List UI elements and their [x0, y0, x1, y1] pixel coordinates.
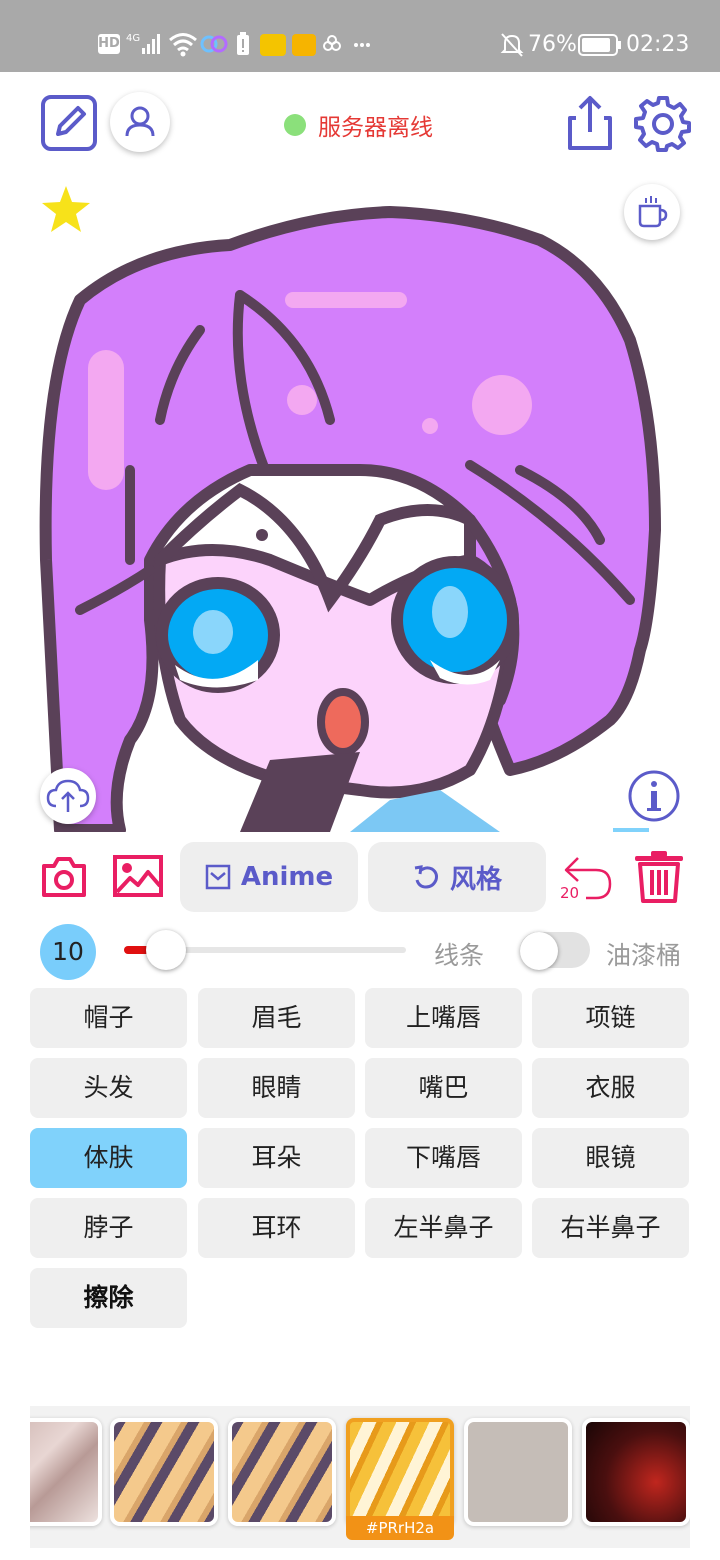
brush-size-thumb[interactable] [146, 930, 187, 970]
part-button[interactable]: 脖子 [30, 1198, 187, 1258]
mute-icon [500, 33, 524, 57]
result-thumbnail[interactable] [464, 1418, 572, 1526]
anime-model-icon [205, 864, 231, 890]
settings-button[interactable] [634, 94, 692, 152]
server-status: 服务器离线 [284, 110, 433, 141]
part-button[interactable]: 眉毛 [198, 988, 355, 1048]
upload-button[interactable] [40, 768, 96, 824]
share-button[interactable] [564, 94, 616, 152]
undo-button[interactable]: 20 [556, 848, 616, 904]
edit-icon [41, 95, 97, 151]
status-bar: HD 4G 76% 02:23 [0, 0, 720, 72]
part-button[interactable]: 头发 [30, 1058, 187, 1118]
style-button[interactable]: 风格 [368, 842, 546, 912]
style-button-label: 风格 [449, 864, 502, 895]
result-thumbnail-selected[interactable] [346, 1418, 454, 1526]
info-icon [628, 770, 680, 822]
part-button[interactable]: 左半鼻子 [365, 1198, 522, 1258]
canvas-drawing [39, 206, 661, 832]
result-thumbnail[interactable] [582, 1418, 690, 1526]
model-button-label: Anime [240, 862, 334, 892]
donate-button[interactable] [624, 184, 680, 240]
line-mode-label: 线条 [434, 941, 485, 970]
part-button[interactable]: 帽子 [30, 988, 187, 1048]
battery-icon [578, 34, 621, 56]
image-icon [113, 855, 163, 897]
4g-signal-icon: 4G [126, 33, 160, 54]
part-button[interactable]: 擦除 [30, 1268, 187, 1328]
cloud-upload-icon [46, 779, 90, 812]
hd-icon: HD [98, 34, 120, 54]
result-thumbnail[interactable] [228, 1418, 336, 1526]
part-button[interactable]: 右半鼻子 [532, 1198, 689, 1258]
star-icon [42, 186, 90, 232]
mail-icon [292, 34, 316, 56]
part-button[interactable]: 上嘴唇 [365, 988, 522, 1048]
delete-button[interactable] [632, 850, 686, 904]
favorite-button[interactable] [40, 184, 92, 234]
coffee-cup-icon [638, 196, 668, 228]
result-thumbnail[interactable] [110, 1418, 218, 1526]
edit-button[interactable] [40, 94, 98, 152]
paint-bucket-label: 油漆桶 [606, 941, 682, 970]
link-icon [200, 35, 228, 53]
battery-percent: 76% [528, 32, 577, 57]
wifi-icon [169, 33, 197, 57]
gallery-button[interactable] [112, 854, 164, 898]
undo-count: 20 [560, 884, 580, 902]
server-status-label: 服务器离线 [318, 115, 433, 141]
user-icon [125, 106, 155, 137]
app-badge-icon [260, 34, 286, 56]
part-button[interactable]: 体肤 [30, 1128, 187, 1188]
model-button[interactable]: Anime [180, 842, 358, 912]
more-icon [323, 35, 370, 51]
info-button[interactable] [626, 768, 682, 824]
result-thumbnail-strip[interactable]: #PRrH2a [30, 1406, 690, 1548]
svg-text:4G: 4G [126, 33, 140, 44]
part-button[interactable]: 耳环 [198, 1198, 355, 1258]
camera-icon [42, 857, 86, 897]
account-button[interactable] [110, 92, 170, 152]
brush-size-badge: 10 [40, 924, 96, 980]
part-button[interactable]: 嘴巴 [365, 1058, 522, 1118]
part-button[interactable]: 眼镜 [532, 1128, 689, 1188]
part-button[interactable]: 下嘴唇 [365, 1128, 522, 1188]
result-thumbnail[interactable] [30, 1418, 102, 1526]
camera-button[interactable] [40, 854, 88, 900]
refresh-icon [414, 865, 438, 889]
part-button[interactable]: 眼睛 [198, 1058, 355, 1118]
part-button[interactable]: 衣服 [532, 1058, 689, 1118]
trash-icon [635, 851, 683, 903]
part-button[interactable]: 耳朵 [198, 1128, 355, 1188]
battery-alert-icon [237, 32, 249, 55]
clock: 02:23 [626, 32, 690, 57]
part-button[interactable]: 项链 [532, 988, 689, 1048]
drawing-canvas[interactable] [0, 170, 720, 832]
gear-icon [634, 96, 691, 152]
server-status-dot [284, 114, 306, 136]
share-icon [568, 96, 612, 150]
paint-bucket-toggle-knob[interactable] [520, 932, 558, 970]
selected-thumbnail-caption: #PRrH2a [346, 1516, 454, 1540]
